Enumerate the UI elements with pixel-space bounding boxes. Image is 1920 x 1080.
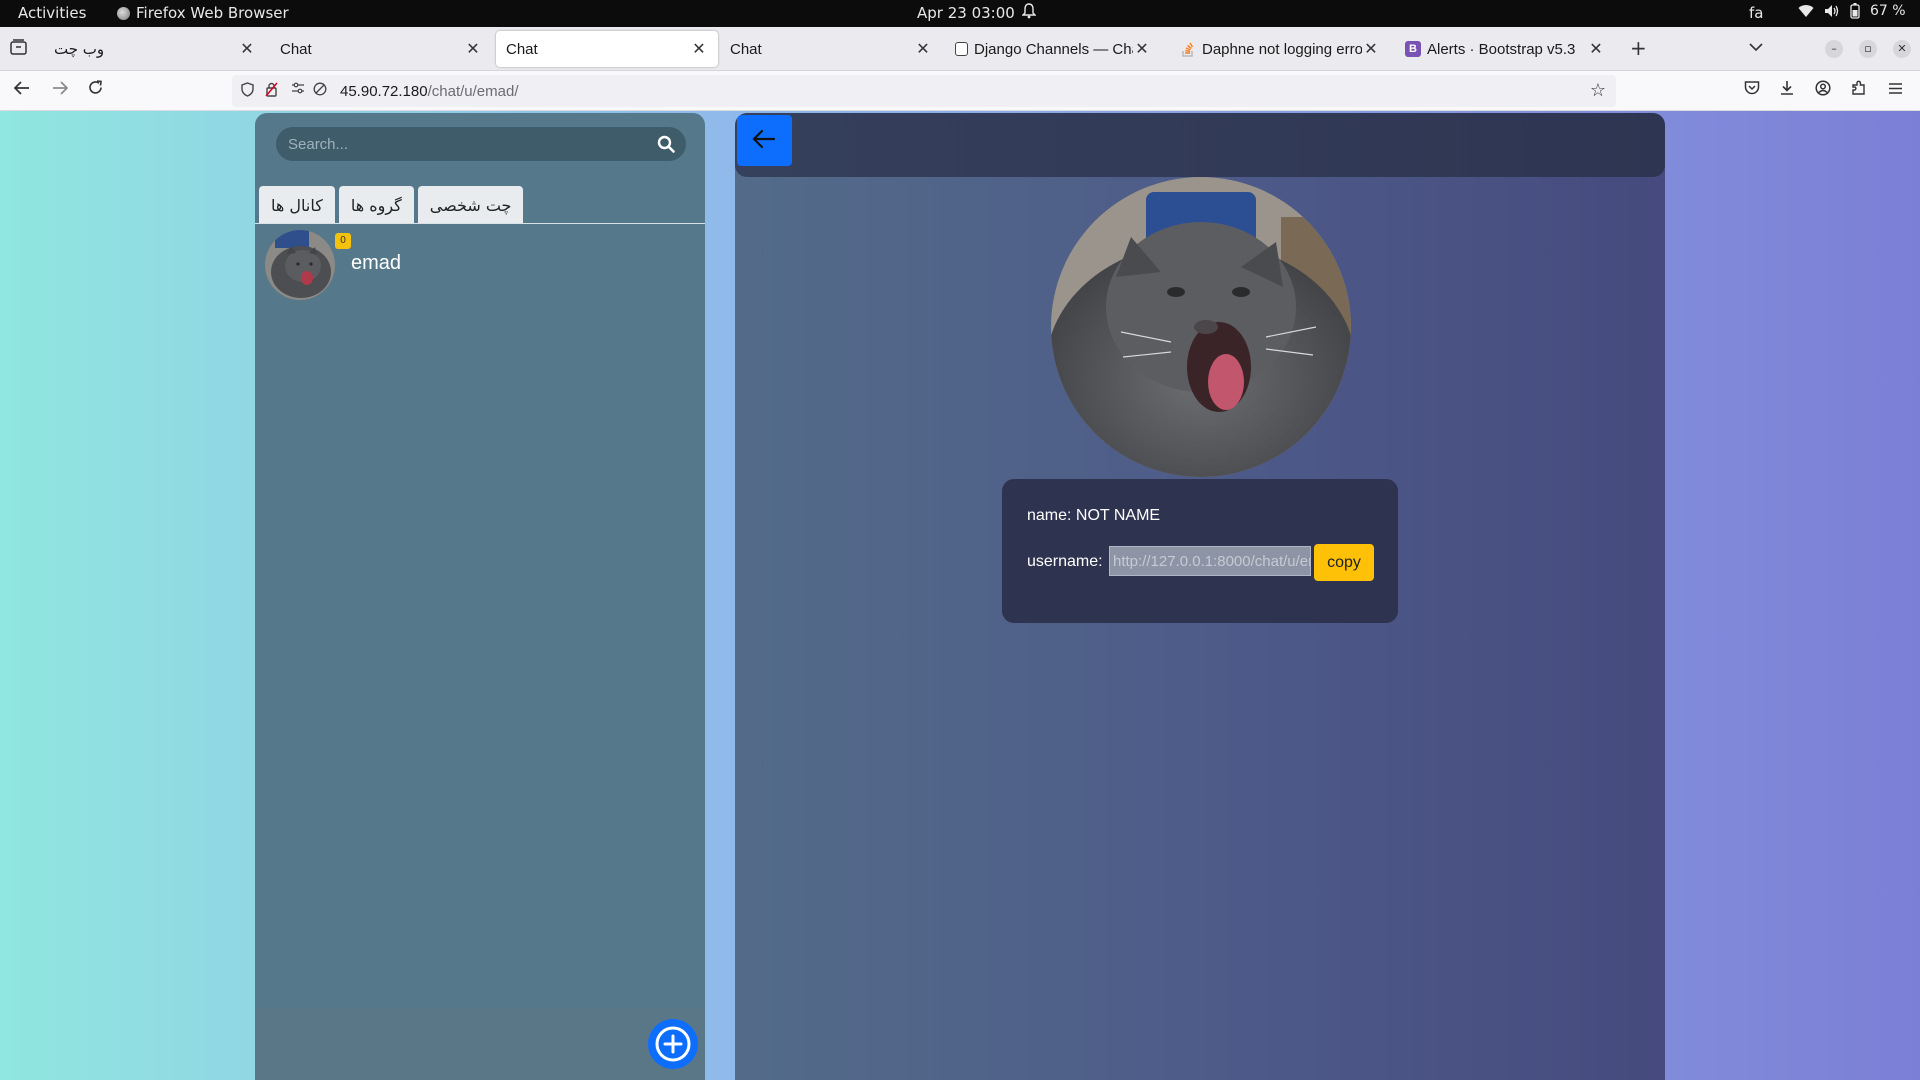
close-icon[interactable]: ✕ <box>1587 39 1605 59</box>
close-window-button[interactable]: ✕ <box>1893 40 1911 58</box>
tab-title: وب چت <box>54 40 105 58</box>
address-bar[interactable]: 45.90.72.180/chat/u/emad/ ☆ <box>232 75 1616 107</box>
autoplay-blocked-icon[interactable] <box>313 82 327 100</box>
contact-name: emad <box>351 252 402 274</box>
tab-title: Daphne not logging erro <box>1202 40 1362 58</box>
clock[interactable]: Apr 23 03:00 <box>917 4 1015 22</box>
search-icon[interactable] <box>657 135 675 153</box>
close-icon[interactable]: ✕ <box>464 39 482 59</box>
bookmark-star-icon[interactable]: ☆ <box>1590 80 1606 101</box>
activities-button[interactable]: Activities <box>18 4 86 22</box>
profile-name: name: NOT NAME <box>1027 507 1161 524</box>
profile-photo <box>1051 177 1351 477</box>
stackoverflow-icon <box>1180 41 1196 57</box>
tab-title: Chat <box>280 40 312 58</box>
tab-chat-1[interactable]: Chat ✕ <box>270 31 492 67</box>
system-tray[interactable]: 67 % <box>1798 3 1906 19</box>
plus-circle-icon <box>655 1026 691 1062</box>
document-icon <box>955 42 968 56</box>
menu-hamburger-icon[interactable] <box>1888 80 1903 99</box>
bootstrap-icon: B <box>1405 41 1421 57</box>
firefox-icon <box>117 6 130 20</box>
forward-arrow-icon[interactable] <box>52 80 69 100</box>
tab-private-chat[interactable]: چت شخصی <box>417 186 524 224</box>
app-name: Firefox Web Browser <box>136 4 289 22</box>
username-label: username: <box>1027 553 1103 570</box>
url-path: /chat/u/emad/ <box>427 83 519 100</box>
tab-django-channels[interactable]: Django Channels — Chan ✕ <box>945 31 1161 67</box>
tab-daphne[interactable]: Daphne not logging erro ✕ <box>1170 31 1390 67</box>
downloads-icon[interactable] <box>1779 80 1795 100</box>
battery-icon <box>1850 3 1860 19</box>
volume-icon <box>1825 5 1839 17</box>
battery-percent: 67 % <box>1870 3 1906 19</box>
back-button[interactable] <box>737 115 792 166</box>
tab-bootstrap-alerts[interactable]: B Alerts · Bootstrap v5.3 ✕ <box>1395 31 1615 67</box>
search-input[interactable] <box>288 127 648 161</box>
chat-panel: name: NOT NAME username: copy <box>735 113 1665 1080</box>
system-top-bar: Activities Firefox Web Browser Apr 23 03… <box>0 0 1920 27</box>
permissions-icon[interactable] <box>291 82 305 98</box>
close-icon[interactable]: ✕ <box>238 39 256 59</box>
url-host: 45.90.72.180 <box>340 83 428 100</box>
browser-tab-bar: وب چت ✕ Chat ✕ Chat ✕ Chat ✕ Django Chan… <box>0 27 1920 71</box>
extensions-icon[interactable] <box>1851 80 1867 100</box>
firefox-view-icon[interactable] <box>10 39 29 57</box>
tab-title: Django Channels — Chan <box>974 40 1133 58</box>
wifi-icon <box>1798 5 1814 18</box>
maximize-button[interactable]: ▫ <box>1859 40 1877 58</box>
tab-chat-3[interactable]: Chat ✕ <box>720 31 942 67</box>
search-box <box>276 127 686 161</box>
page-viewport: چت شخصی گروه ها کانال ها 0 emad <box>0 111 1920 1080</box>
sidebar-footer <box>255 1007 705 1080</box>
reload-icon[interactable] <box>88 80 103 100</box>
navigation-toolbar: 45.90.72.180/chat/u/emad/ ☆ <box>0 71 1920 111</box>
tab-groups[interactable]: گروه ها <box>338 186 414 224</box>
close-icon[interactable]: ✕ <box>690 39 708 59</box>
unread-badge: 0 <box>335 233 351 249</box>
chat-sidebar: چت شخصی گروه ها کانال ها 0 emad <box>255 113 705 1080</box>
back-arrow-icon <box>752 129 776 149</box>
insecure-lock-icon[interactable] <box>265 82 278 101</box>
tab-title: Chat <box>730 40 762 58</box>
tabs-divider <box>255 223 705 224</box>
url-text[interactable]: 45.90.72.180/chat/u/emad/ <box>340 83 518 100</box>
bell-icon <box>1021 3 1037 23</box>
tab-chat-active[interactable]: Chat ✕ <box>496 31 718 67</box>
input-language[interactable]: fa <box>1749 4 1763 22</box>
chat-header <box>735 113 1665 177</box>
profile-info-card: name: NOT NAME username: copy <box>1002 479 1398 623</box>
close-icon[interactable]: ✕ <box>1362 39 1380 59</box>
add-chat-button[interactable] <box>648 1019 698 1069</box>
pocket-icon[interactable] <box>1744 80 1760 99</box>
close-icon[interactable]: ✕ <box>914 39 932 59</box>
tab-channels[interactable]: کانال ها <box>259 186 335 224</box>
tab-title: Alerts · Bootstrap v5.3 <box>1427 40 1576 58</box>
minimize-button[interactable]: – <box>1825 40 1843 58</box>
close-icon[interactable]: ✕ <box>1133 39 1151 59</box>
shield-icon[interactable] <box>241 82 254 101</box>
account-icon[interactable] <box>1815 80 1831 100</box>
copy-button[interactable]: copy <box>1314 544 1374 581</box>
username-link-field[interactable] <box>1109 546 1311 576</box>
sidebar-tabs: چت شخصی گروه ها کانال ها <box>259 186 524 224</box>
avatar <box>265 230 335 300</box>
new-tab-button[interactable]: + <box>1630 36 1647 60</box>
list-all-tabs-icon[interactable] <box>1749 38 1763 56</box>
contact-list-item[interactable]: 0 emad <box>265 230 695 304</box>
app-menu[interactable]: Firefox Web Browser <box>117 4 289 22</box>
tab-web-chat[interactable]: وب چت ✕ <box>44 31 266 67</box>
tab-title: Chat <box>506 40 538 58</box>
back-arrow-icon[interactable] <box>13 80 30 100</box>
